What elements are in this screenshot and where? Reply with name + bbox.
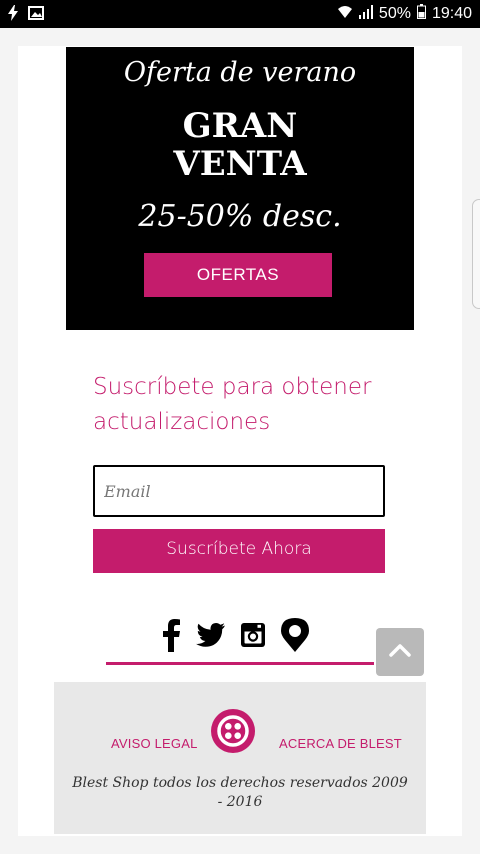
site-footer: AVISO LEGAL ACERCA DE BLEST Blest Shop t… bbox=[54, 682, 426, 834]
status-left-icons bbox=[8, 5, 44, 26]
battery-text: 50% bbox=[378, 5, 411, 22]
social-links bbox=[160, 617, 310, 653]
banner-headline: GRAN VENTA bbox=[173, 106, 307, 184]
chevron-up-icon bbox=[389, 643, 411, 662]
summer-sale-banner: Oferta de verano GRAN VENTA 25-50% desc.… bbox=[66, 47, 414, 330]
banner-kicker: Oferta de verano bbox=[123, 57, 357, 88]
wifi-icon bbox=[337, 5, 353, 24]
battery-icon bbox=[416, 4, 426, 24]
copyright-text: Blest Shop todos los derechos reservados… bbox=[72, 775, 408, 810]
signal-icon bbox=[358, 4, 373, 24]
twitter-icon[interactable] bbox=[196, 622, 226, 648]
offers-button[interactable]: OFERTAS bbox=[144, 253, 332, 297]
location-pin-icon[interactable] bbox=[280, 617, 310, 653]
status-right: 50% 19:40 bbox=[337, 4, 472, 24]
subscribe-button[interactable]: Suscríbete Ahora bbox=[93, 529, 385, 573]
subscribe-title: Suscríbete para obtener actualizaciones bbox=[93, 374, 372, 435]
clock: 19:40 bbox=[431, 5, 472, 22]
edge-panel-handle[interactable] bbox=[472, 199, 480, 309]
status-bar: 50% 19:40 bbox=[0, 0, 480, 28]
flash-icon bbox=[8, 5, 18, 26]
legal-notice-link[interactable]: AVISO LEGAL bbox=[111, 736, 198, 751]
scroll-to-top-button[interactable] bbox=[376, 628, 424, 676]
email-field[interactable] bbox=[93, 465, 385, 517]
twilio-logo-icon bbox=[211, 709, 255, 753]
facebook-icon[interactable] bbox=[160, 618, 182, 652]
image-icon bbox=[28, 5, 44, 26]
instagram-icon[interactable] bbox=[240, 622, 266, 648]
about-link[interactable]: ACERCA DE BLEST bbox=[279, 736, 402, 751]
social-divider bbox=[106, 662, 374, 665]
banner-discount: 25-50% desc. bbox=[138, 199, 342, 234]
